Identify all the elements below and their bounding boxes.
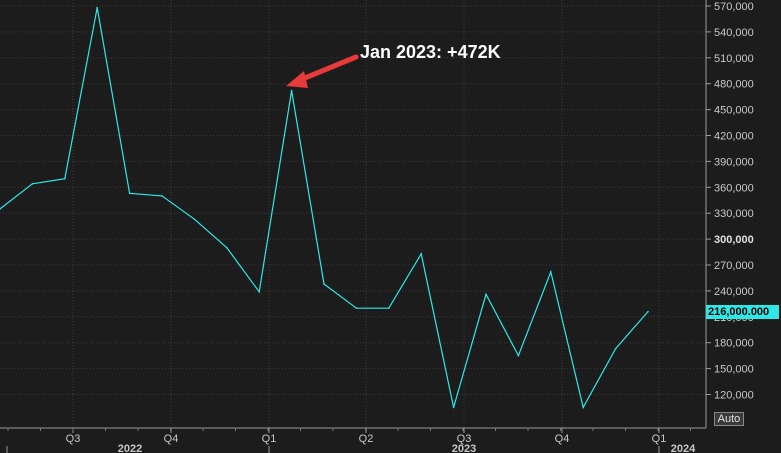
y-tick-label: 390,000 — [714, 156, 754, 168]
y-tick-label: 240,000 — [714, 286, 754, 298]
current-value-badge: 216,000.000 — [706, 304, 779, 319]
y-tick-label: 510,000 — [714, 53, 754, 65]
y-tick-label: 540,000 — [714, 27, 754, 39]
x-tick-label: Q4 — [555, 433, 570, 445]
annotation-text: Jan 2023: +472K — [360, 42, 501, 62]
x-tick-label: Q1 — [652, 433, 667, 445]
x-tick-label: Q1 — [262, 433, 277, 445]
data-point — [614, 347, 617, 350]
y-tick-label: 330,000 — [714, 208, 754, 220]
data-point — [517, 354, 520, 357]
y-tick-label: 120,000 — [714, 390, 754, 402]
x-tick-label: Q2 — [359, 433, 374, 445]
x-tick-label: Q4 — [164, 433, 179, 445]
auto-scale-button[interactable]: Auto — [714, 412, 744, 426]
data-point — [290, 89, 293, 92]
x-axis-ticks: Q3 Q4 Q1 Q2 Q3 Q4 Q12022 2023 2024 — [6, 428, 696, 453]
y-tick-label: 570,000 — [714, 1, 754, 13]
data-point — [64, 177, 66, 180]
year-label: 2023 — [452, 443, 476, 453]
data-point — [161, 195, 163, 197]
data-point — [193, 218, 196, 221]
y-tick-label: 450,000 — [714, 105, 754, 117]
data-point — [582, 406, 584, 409]
x-tick-label: Q3 — [66, 433, 81, 445]
data-point — [323, 283, 325, 285]
data-point — [31, 183, 34, 185]
data-point — [647, 310, 649, 313]
y-tick-label: 360,000 — [714, 182, 754, 194]
y-axis-ticks: 570,000 540,000 510,000 480,000 450,000 420,0… — [706, 1, 754, 402]
y-tick-label: 480,000 — [714, 79, 754, 91]
data-point — [485, 293, 487, 296]
year-label: 2022 — [118, 443, 142, 453]
data-point — [226, 246, 228, 249]
y-tick-label: 270,000 — [714, 260, 754, 272]
data-point — [258, 290, 261, 293]
plot-background — [0, 0, 706, 428]
data-point — [96, 6, 98, 9]
year-label: 2024 — [671, 443, 696, 453]
y-tick-label: 300,000 — [714, 234, 754, 246]
chart: 570,000 540,000 510,000 480,000 450,000 420,0… — [0, 0, 754, 453]
y-tick-label: 150,000 — [714, 364, 754, 376]
data-point — [452, 406, 455, 409]
data-point — [550, 271, 552, 273]
data-point — [420, 252, 423, 255]
y-tick-label: 420,000 — [714, 131, 754, 143]
y-tick-label: 180,000 — [714, 338, 754, 350]
data-point — [355, 307, 358, 309]
data-point — [128, 192, 131, 195]
data-point — [388, 307, 390, 309]
